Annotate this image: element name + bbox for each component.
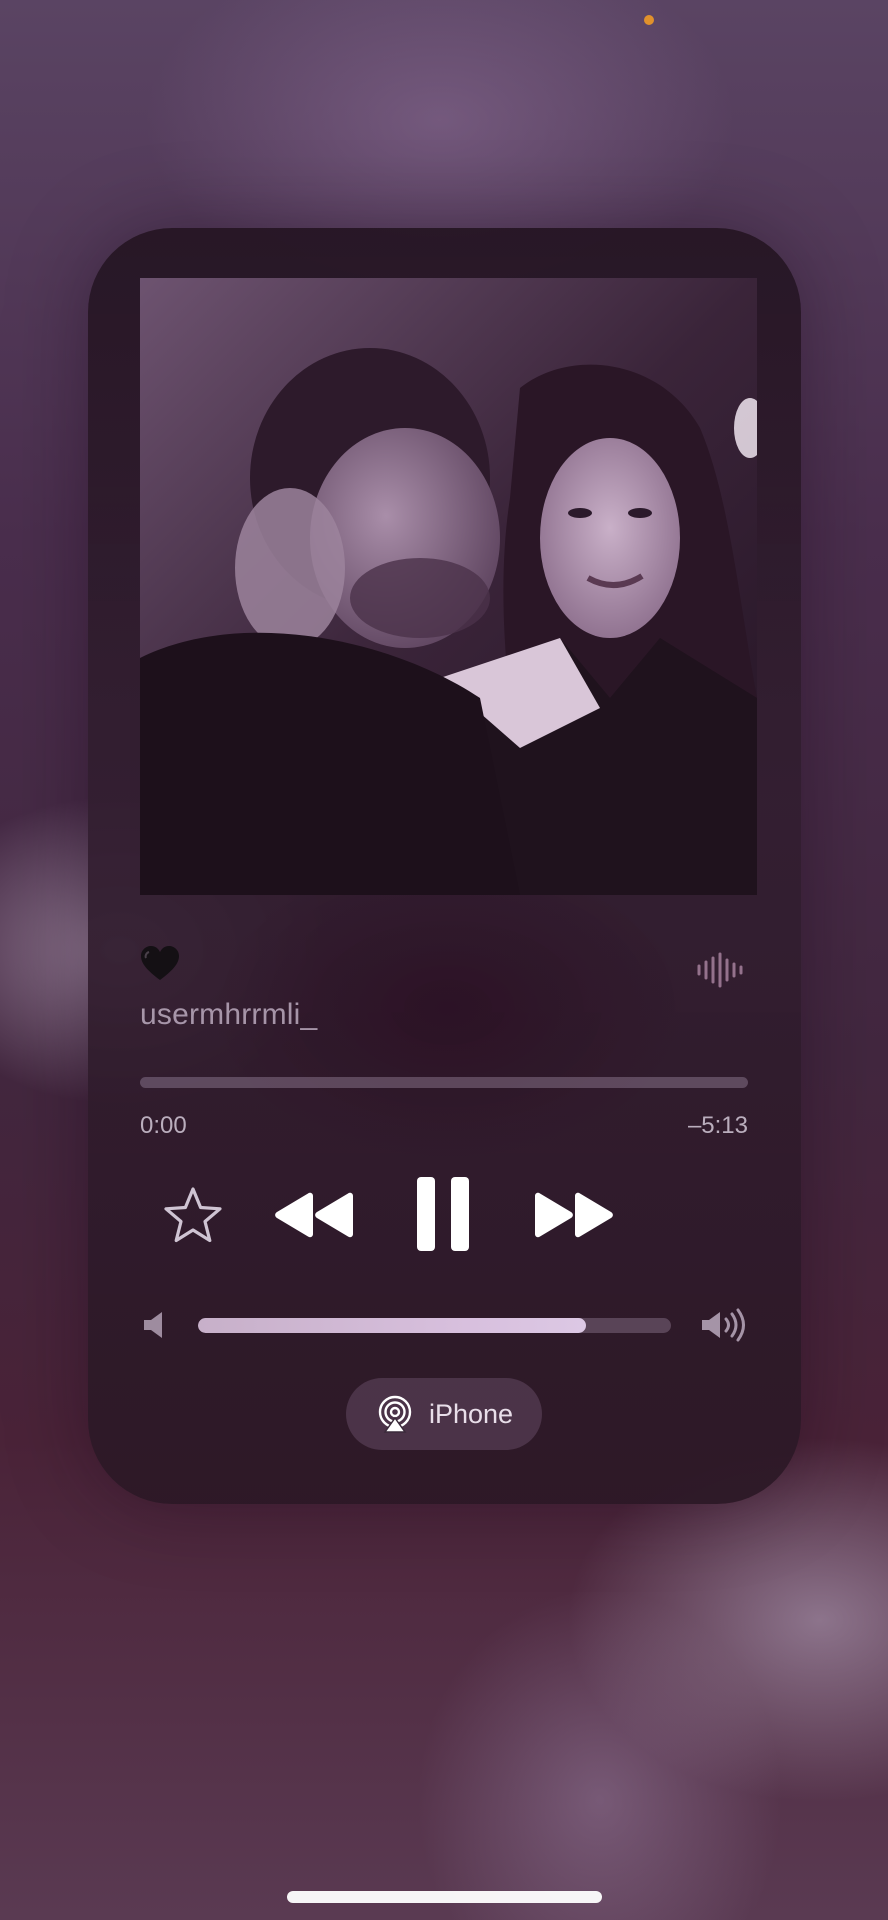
volume-slider[interactable] bbox=[198, 1318, 671, 1333]
airplay-output-button[interactable]: iPhone bbox=[346, 1378, 542, 1450]
audio-wave-icon bbox=[697, 952, 743, 988]
star-icon bbox=[164, 1187, 222, 1243]
playback-controls bbox=[88, 1168, 801, 1268]
airplay-output-label: iPhone bbox=[428, 1398, 514, 1429]
rewind-button[interactable] bbox=[270, 1180, 360, 1250]
volume-level-fill bbox=[198, 1318, 586, 1333]
playback-scrubber[interactable] bbox=[140, 1077, 748, 1088]
privacy-indicator-dot bbox=[644, 15, 654, 25]
fast-forward-icon bbox=[535, 1192, 613, 1238]
now-playing-card: 🖤 usermhrrmli_ 0:00 –5:13 bbox=[88, 228, 801, 1504]
home-indicator[interactable] bbox=[287, 1891, 602, 1903]
elapsed-time: 0:00 bbox=[140, 1112, 187, 1139]
speaker-high-icon bbox=[702, 1308, 745, 1342]
favorite-button[interactable] bbox=[158, 1180, 228, 1250]
artist-name[interactable]: usermhrrmli_ bbox=[140, 998, 317, 1032]
heart-emoji-icon bbox=[141, 946, 179, 980]
pause-button[interactable] bbox=[403, 1171, 483, 1257]
pause-icon bbox=[417, 1177, 469, 1251]
fast-forward-button[interactable] bbox=[528, 1180, 618, 1250]
rewind-icon bbox=[275, 1192, 353, 1238]
album-artwork-icon bbox=[140, 278, 757, 895]
album-artwork bbox=[140, 278, 757, 895]
airplay-icon bbox=[378, 1395, 412, 1433]
speaker-low-icon bbox=[144, 1312, 162, 1338]
remaining-time: –5:13 bbox=[687, 1112, 748, 1139]
